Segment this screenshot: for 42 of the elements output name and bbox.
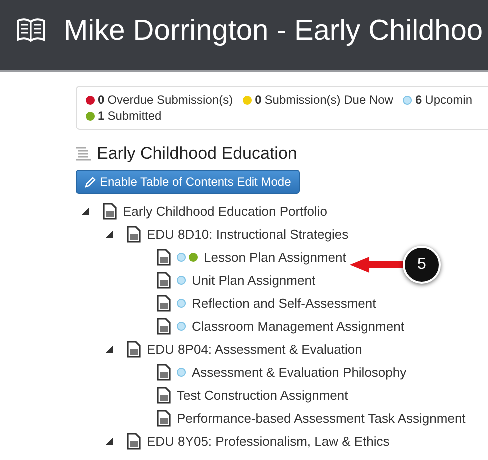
document-icon [157, 410, 171, 427]
document-icon [103, 203, 117, 220]
tree-item[interactable]: Performance-based Assessment Task Assignment [177, 411, 466, 426]
document-icon [157, 249, 171, 266]
tree-item[interactable]: EDU 8D10: Instructional Strategies [147, 227, 349, 242]
lines-icon [76, 147, 91, 161]
status-count: 6 [415, 93, 422, 107]
document-icon [127, 226, 141, 243]
page-title: Mike Dorrington - Early Childhoo [64, 14, 484, 48]
book-icon[interactable] [17, 18, 45, 42]
document-icon [157, 364, 171, 381]
document-icon [157, 272, 171, 289]
collapse-toggle-icon[interactable] [106, 438, 113, 445]
tree-item[interactable]: Early Childhood Education Portfolio [123, 204, 328, 219]
section-title: Early Childhood Education [97, 144, 298, 164]
tree-item[interactable]: Lesson Plan Assignment [204, 250, 346, 265]
step-badge: 5 [403, 246, 441, 284]
document-icon [157, 295, 171, 312]
tree-item[interactable]: Classroom Management Assignment [192, 319, 404, 334]
document-icon [157, 318, 171, 335]
document-icon [127, 433, 141, 450]
document-icon [127, 341, 141, 358]
status-label: Overdue Submission(s) [108, 93, 234, 107]
status-count: 0 [255, 93, 262, 107]
status-label: Submission(s) Due Now [264, 93, 394, 107]
status-count: 1 [98, 109, 105, 123]
pencil-icon [85, 176, 96, 188]
tree-item[interactable]: Reflection and Self-Assessment [192, 296, 376, 311]
arrow-icon [350, 256, 405, 274]
edit-mode-button[interactable]: Enable Table of Contents Edit Mode [76, 170, 300, 194]
tree-item[interactable]: Test Construction Assignment [177, 388, 348, 403]
document-icon [157, 387, 171, 404]
collapse-toggle-icon[interactable] [106, 346, 113, 353]
tree-item[interactable]: EDU 8Y05: Professionalism, Law & Ethics [147, 434, 390, 449]
collapse-toggle-icon[interactable] [106, 231, 113, 238]
tree-item[interactable]: Unit Plan Assignment [192, 273, 316, 288]
tree-item[interactable]: Assessment & Evaluation Philosophy [192, 365, 407, 380]
collapse-toggle-icon[interactable] [82, 208, 89, 215]
status-label: Upcomin [425, 93, 473, 107]
tree-item[interactable]: EDU 8P04: Assessment & Evaluation [147, 342, 362, 357]
status-count: 0 [98, 93, 105, 107]
status-label: Submitted [108, 109, 162, 123]
